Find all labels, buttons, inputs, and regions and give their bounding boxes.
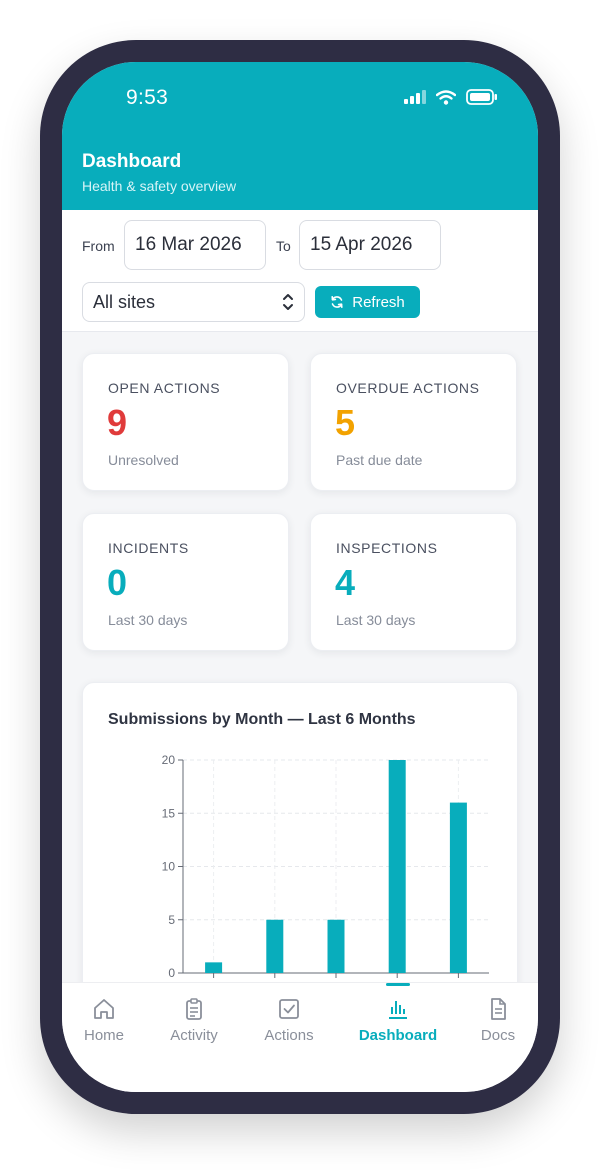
filter-bar: From 16 Mar 2026 To 15 Apr 2026 All site… (62, 210, 538, 332)
stat-value: 4 (335, 562, 356, 603)
tab-label: Docs (480, 1027, 516, 1044)
tab-label: Activity (170, 1027, 218, 1044)
y-tick-label: 5 (168, 913, 175, 927)
tab-label: Actions (264, 1027, 314, 1044)
chart-bar (266, 919, 284, 973)
site-select-value: All sites (93, 292, 156, 312)
chart-bar (205, 962, 223, 973)
refresh-label: Refresh (352, 293, 405, 311)
tab-dashboard[interactable]: Dashboard (353, 997, 443, 1044)
tab-docs[interactable]: Docs (453, 997, 538, 1044)
chart-bar (388, 760, 406, 973)
to-label: To (276, 238, 291, 254)
y-tick-label: 20 (162, 753, 176, 767)
stat-label: INCIDENTS (108, 540, 189, 556)
stat-subtext: Last 30 days (336, 612, 416, 628)
stat-subtext: Unresolved (108, 452, 179, 468)
stat-label: OVERDUE ACTIONS (336, 380, 480, 396)
wifi-icon (436, 89, 456, 105)
y-tick-label: 15 (162, 806, 176, 820)
clipboard-icon (186, 998, 202, 1020)
stat-value: 0 (107, 562, 128, 603)
page-subtitle: Health & safety overview (82, 178, 237, 194)
stat-card-overdue-actions[interactable]: OVERDUE ACTIONS 5 Past due date (310, 353, 517, 491)
to-date-input[interactable]: 15 Apr 2026 (299, 220, 441, 270)
stat-label: INSPECTIONS (336, 540, 438, 556)
submissions-chart-card: Submissions by Month — Last 6 Months 051… (82, 682, 518, 1012)
select-chevron-icon (283, 294, 293, 310)
tab-label: Home (83, 1027, 124, 1044)
stat-subtext: Past due date (336, 452, 423, 468)
signal-icon (404, 90, 426, 104)
tab-activity[interactable]: Activity (149, 997, 239, 1044)
tab-actions[interactable]: Actions (244, 997, 334, 1044)
document-icon (491, 998, 506, 1020)
from-label: From (82, 238, 115, 254)
checkbox-icon (279, 999, 299, 1019)
y-tick-label: 0 (168, 966, 175, 980)
from-date-input[interactable]: 16 Mar 2026 (124, 220, 266, 270)
refresh-icon (331, 296, 343, 308)
home-icon (94, 999, 114, 1019)
stat-card-open-actions[interactable]: OPEN ACTIONS 9 Unresolved (82, 353, 289, 491)
status-time: 9:53 (126, 86, 169, 109)
status-icons (404, 89, 498, 105)
tab-home[interactable]: Home (62, 997, 149, 1044)
stat-subtext: Last 30 days (108, 612, 188, 628)
stat-value: 5 (335, 402, 356, 443)
stat-card-incidents[interactable]: INCIDENTS 0 Last 30 days (82, 513, 289, 651)
bar-chart-icon (389, 1001, 407, 1019)
stat-card-inspections[interactable]: INSPECTIONS 4 Last 30 days (310, 513, 517, 651)
chart-bar (449, 802, 467, 973)
active-tab-indicator (386, 983, 410, 986)
tab-label: Dashboard (358, 1027, 438, 1044)
chart-bar (327, 919, 345, 973)
app-header: 9:53 Dashboard Health & safety overview (62, 62, 538, 210)
app-screen: 9:53 Dashboard Health & safety overview (62, 62, 538, 1092)
refresh-button[interactable]: Refresh (315, 286, 420, 318)
y-tick-label: 10 (162, 860, 176, 874)
submissions-bar-chart: 0 5 10 15 20 (162, 753, 489, 980)
site-select[interactable]: All sites (82, 282, 305, 322)
stat-value: 9 (107, 402, 128, 443)
stat-label: OPEN ACTIONS (108, 380, 221, 396)
battery-icon (466, 89, 497, 105)
bottom-tab-bar: Home Activity Actions Dashboard Docs (62, 982, 538, 1092)
page-title: Dashboard (82, 151, 182, 172)
